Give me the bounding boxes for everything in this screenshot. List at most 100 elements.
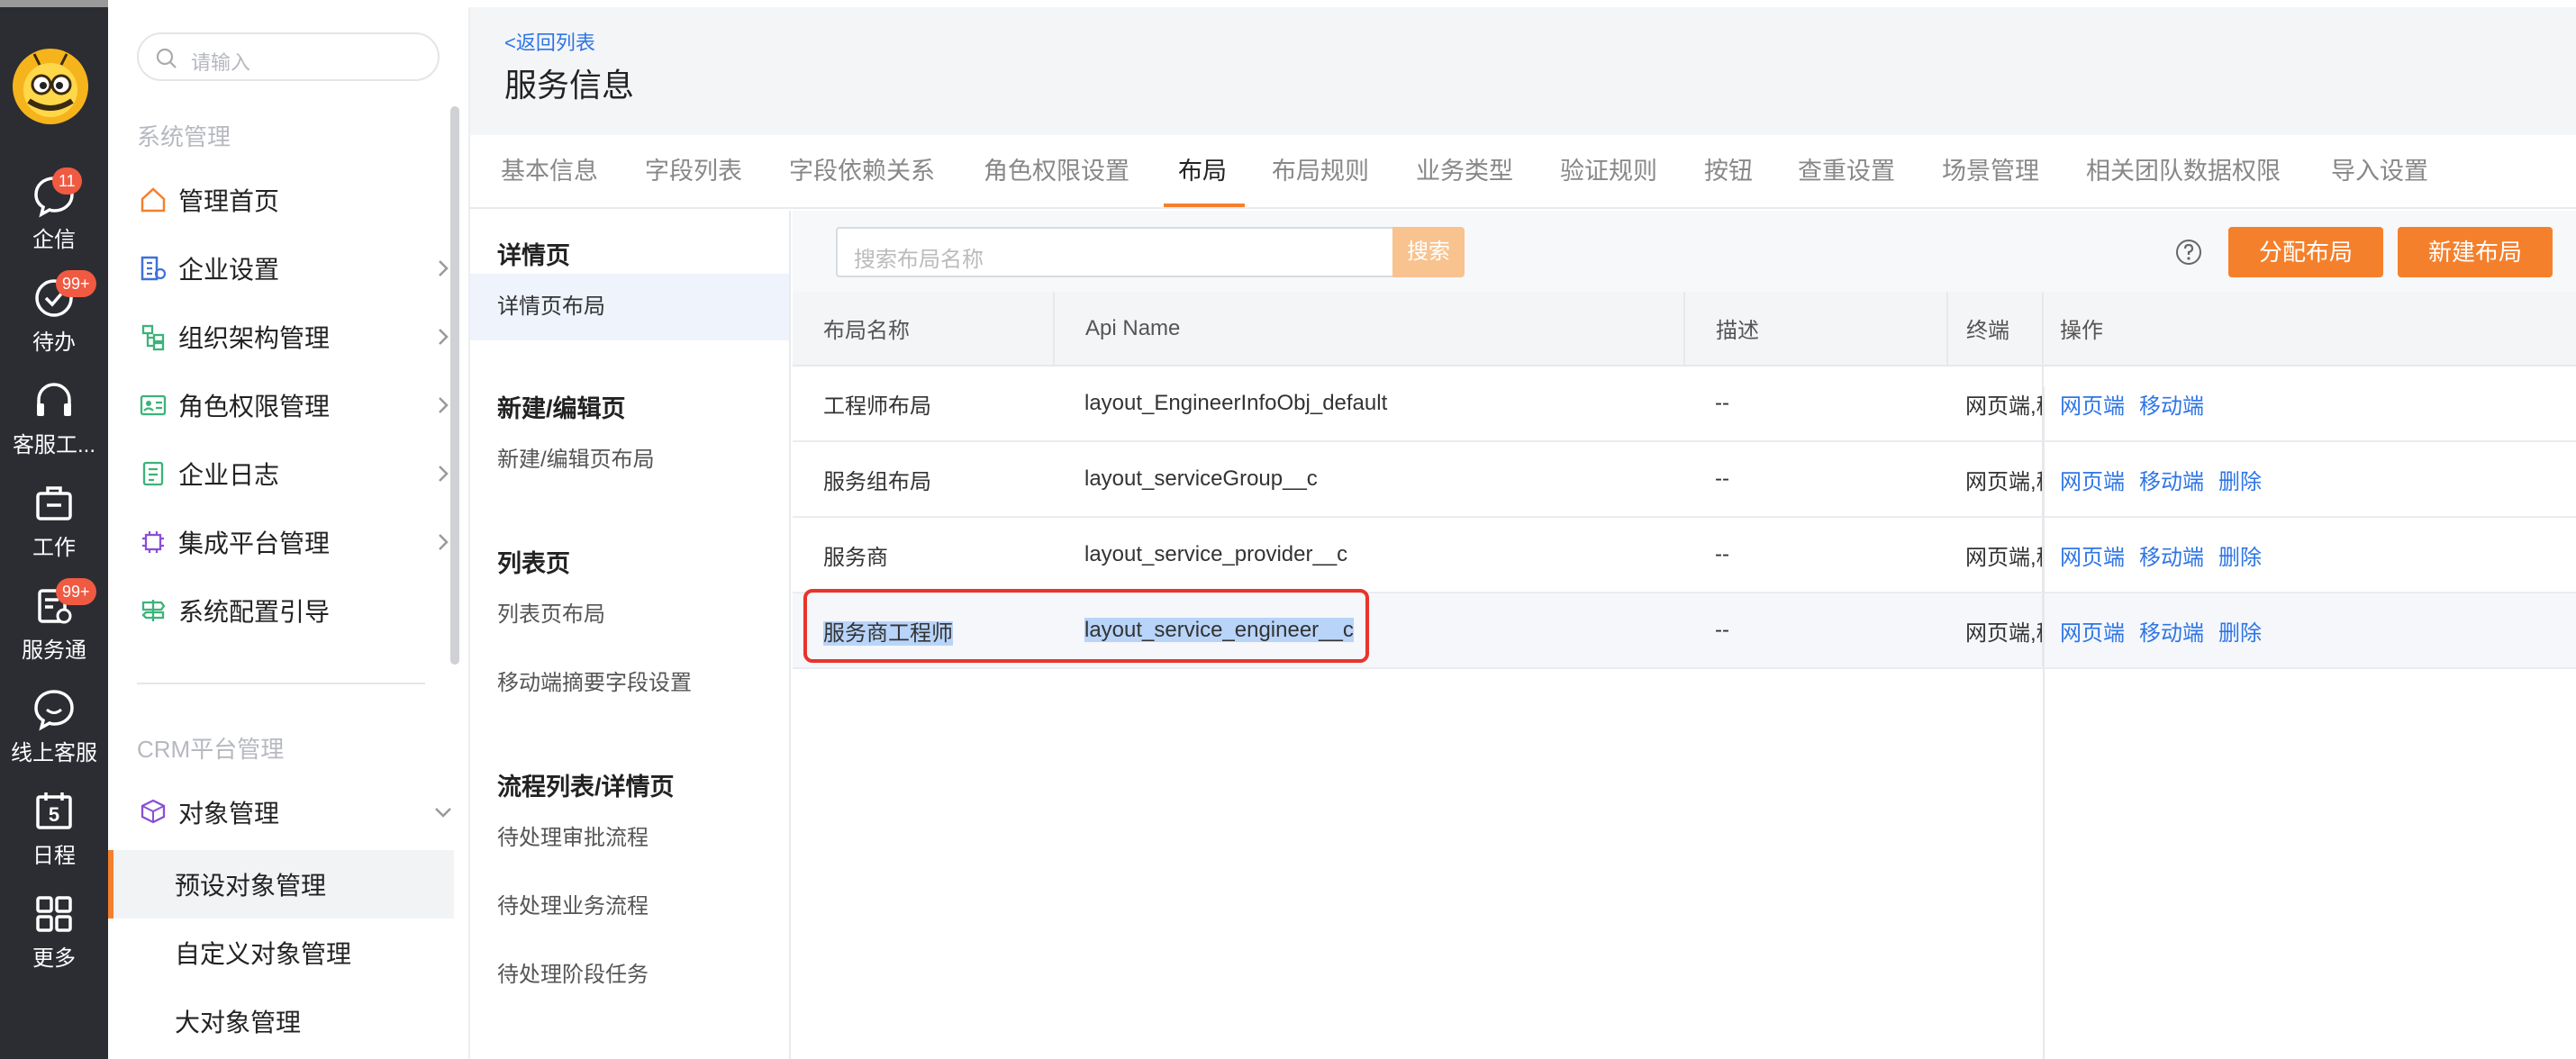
cell-terminal: 网页端,移动端 xyxy=(1947,441,2043,518)
rail-label: 更多 xyxy=(32,946,76,971)
rail-item-online-service[interactable]: 线上客服 xyxy=(0,686,108,766)
sidebar-item-big-objects[interactable]: 大对象管理 xyxy=(108,987,454,1055)
headset-icon xyxy=(37,383,71,416)
tab-role-permissions[interactable]: 角色权限设置 xyxy=(984,135,1129,207)
layout-subnav: 详情页 详情页布局 新建/编辑页 新建/编辑页布局 列表页 列表页布局 移动端摘… xyxy=(470,211,791,1059)
rail-item-calendar[interactable]: 5 日程 xyxy=(0,789,108,869)
web-layout-link[interactable]: 网页端 xyxy=(2060,394,2125,419)
sidebar-item-label: 集成平台管理 xyxy=(178,530,331,557)
tab-field-dependency[interactable]: 字段依赖关系 xyxy=(789,135,935,207)
new-layout-button[interactable]: 新建布局 xyxy=(2398,227,2553,277)
subnav-group-detail: 详情页 xyxy=(497,242,570,269)
rail-label: 工作 xyxy=(32,536,76,560)
mobile-layout-link[interactable]: 移动端 xyxy=(2139,621,2204,646)
mobile-layout-link[interactable]: 移动端 xyxy=(2139,470,2204,494)
web-layout-link[interactable]: 网页端 xyxy=(2060,621,2125,646)
sidebar-item-admin-home[interactable]: 管理首页 xyxy=(137,173,454,227)
subnav-group-flow: 流程列表/详情页 xyxy=(497,774,675,801)
tab-business-type[interactable]: 业务类型 xyxy=(1416,135,1513,207)
rail-item-service-pass[interactable]: 99+ 服务通 xyxy=(0,578,108,664)
rail-label: 服务通 xyxy=(22,638,86,663)
tab-layout-rules[interactable]: 布局规则 xyxy=(1272,135,1369,207)
briefcase-icon xyxy=(36,486,72,520)
service-badge: 99+ xyxy=(56,578,96,605)
sidebar-item-enterprise-log[interactable]: 企业日志 xyxy=(137,447,454,501)
rail-label: 日程 xyxy=(32,844,76,868)
tab-buttons[interactable]: 按钮 xyxy=(1704,135,1753,207)
column-header-terminal: 终端 xyxy=(1947,292,2044,367)
sidebar-item-label: 角色权限管理 xyxy=(178,393,331,421)
rail-item-work[interactable]: 工作 xyxy=(0,481,108,561)
back-to-list-link[interactable]: <返回列表 xyxy=(504,27,595,56)
tab-basic-info[interactable]: 基本信息 xyxy=(501,135,598,207)
home-icon xyxy=(141,187,166,213)
log-document-icon xyxy=(142,461,164,486)
layout-search-placeholder: 搜索布局名称 xyxy=(854,248,984,272)
rail-label: 待办 xyxy=(32,330,76,355)
cube-settings-icon xyxy=(141,799,166,824)
sidebar-item-role-permissions[interactable]: 角色权限管理 xyxy=(137,378,454,432)
layout-search-input[interactable]: 搜索布局名称 xyxy=(836,227,1394,277)
subnav-item-mobile-summary[interactable]: 移动端摘要字段设置 xyxy=(470,650,789,717)
mobile-layout-link[interactable]: 移动端 xyxy=(2139,394,2204,419)
page-title: 服务信息 xyxy=(504,67,635,104)
help-icon[interactable] xyxy=(2174,238,2203,267)
subnav-item-approval-flow[interactable]: 待处理审批流程 xyxy=(470,805,789,872)
sidebar-item-config-guide[interactable]: 系统配置引导 xyxy=(137,584,454,638)
section-system-management: 系统管理 xyxy=(137,123,231,150)
web-layout-link[interactable]: 网页端 xyxy=(2060,470,2125,494)
messages-badge: 11 xyxy=(52,167,82,195)
chip-icon xyxy=(142,531,164,553)
rail-item-todo[interactable]: 99+ 待办 xyxy=(0,270,108,356)
cell-layout-name: 服务组布局 xyxy=(793,441,1054,518)
layout-search-button[interactable]: 搜索 xyxy=(1392,227,1465,277)
sidebar-search-input[interactable]: 请输入 xyxy=(137,32,440,81)
delete-layout-link[interactable]: 删除 xyxy=(2218,546,2262,570)
sidebar-item-preset-objects[interactable]: 预设对象管理 xyxy=(108,850,454,919)
sidebar-item-label: 企业设置 xyxy=(178,256,280,284)
column-header-description: 描述 xyxy=(1684,292,1948,367)
sidebar-item-label: 管理首页 xyxy=(178,187,280,215)
subnav-item-business-flow[interactable]: 待处理业务流程 xyxy=(470,873,789,940)
web-layout-link[interactable]: 网页端 xyxy=(2060,546,2125,570)
sidebar-item-org-structure[interactable]: 组织架构管理 xyxy=(137,310,454,364)
id-card-icon xyxy=(140,394,167,416)
cell-description: -- xyxy=(1684,593,1947,669)
cell-terminal: 网页端,移动端 xyxy=(1947,593,2043,669)
delete-layout-link[interactable]: 删除 xyxy=(2218,621,2262,646)
sidebar-item-object-management[interactable]: 对象管理 xyxy=(137,785,454,839)
assign-layout-button[interactable]: 分配布局 xyxy=(2228,227,2384,277)
tab-team-data-permissions[interactable]: 相关团队数据权限 xyxy=(2086,135,2281,207)
tab-layout[interactable]: 布局 xyxy=(1178,135,1227,207)
tab-import-settings[interactable]: 导入设置 xyxy=(2331,135,2428,207)
grid-icon xyxy=(36,896,72,932)
delete-layout-link[interactable]: 删除 xyxy=(2218,470,2262,494)
sidebar-item-integration-platform[interactable]: 集成平台管理 xyxy=(137,515,454,569)
signpost-icon xyxy=(141,600,166,621)
rail-item-customer-service[interactable]: 客服工... xyxy=(0,378,108,458)
rail-item-messages[interactable]: 11 企信 xyxy=(0,167,108,253)
table-row: 服务商 layout_service_provider__c -- 网页端,移动… xyxy=(793,517,2576,593)
tab-scene-management[interactable]: 场景管理 xyxy=(1942,135,2039,207)
user-avatar[interactable] xyxy=(13,49,88,124)
calendar-day: 5 xyxy=(48,803,60,826)
admin-sidebar: 请输入 系统管理 管理首页 企业设置 组织架构管理 角色权限管理 企业日志 集成… xyxy=(108,7,468,1059)
sidebar-item-enterprise-settings[interactable]: 企业设置 xyxy=(137,241,454,295)
subnav-item-stage-tasks[interactable]: 待处理阶段任务 xyxy=(470,942,789,1009)
sidebar-item-custom-objects[interactable]: 自定义对象管理 xyxy=(108,919,454,987)
subnav-item-list-layout[interactable]: 列表页布局 xyxy=(470,582,789,648)
column-header-api-name: Api Name xyxy=(1054,292,1685,367)
tab-field-list[interactable]: 字段列表 xyxy=(645,135,742,207)
subnav-item-detail-layout[interactable]: 详情页布局 xyxy=(470,274,789,340)
cell-terminal: 网页端,移动端 xyxy=(1947,517,2043,593)
tab-duplicate-check[interactable]: 查重设置 xyxy=(1798,135,1895,207)
sidebar-scrollbar[interactable] xyxy=(450,106,459,665)
sidebar-divider xyxy=(137,683,425,684)
mobile-layout-link[interactable]: 移动端 xyxy=(2139,546,2204,570)
header-band xyxy=(470,7,2576,135)
rail-item-more[interactable]: 更多 xyxy=(0,892,108,972)
tab-bar: 基本信息 字段列表 字段依赖关系 角色权限设置 布局 布局规则 业务类型 验证规… xyxy=(470,135,2576,209)
subnav-item-edit-layout[interactable]: 新建/编辑页布局 xyxy=(470,427,789,493)
cell-api-name: layout_service_provider__c xyxy=(1054,517,1684,593)
tab-validation-rules[interactable]: 验证规则 xyxy=(1560,135,1657,207)
